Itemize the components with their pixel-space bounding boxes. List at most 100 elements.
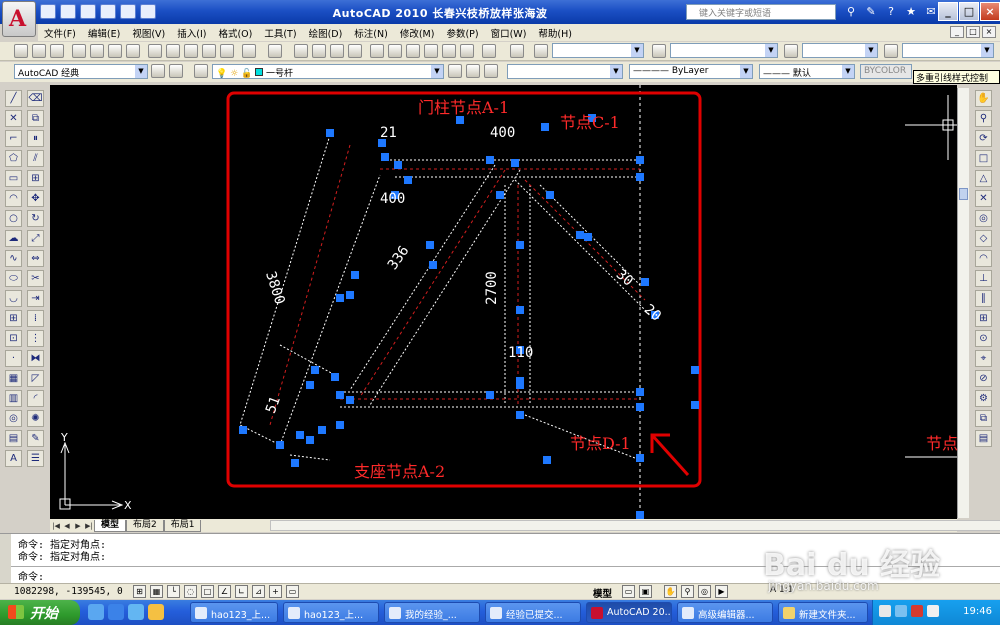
show-desktop-icon[interactable]	[88, 604, 104, 620]
save-toolbar-icon[interactable]	[50, 44, 64, 58]
qp-toggle[interactable]: ▭	[286, 585, 299, 598]
grip-point[interactable]	[641, 278, 649, 286]
grip-point[interactable]	[296, 431, 304, 439]
mleader-style-combo[interactable]: ▼	[902, 43, 994, 58]
layer-side-icon[interactable]: ▤	[975, 430, 992, 447]
favorites-icon[interactable]: ★	[903, 4, 919, 20]
stretch-icon[interactable]: ⇔	[27, 250, 44, 267]
scale-icon[interactable]: ⤢	[27, 230, 44, 247]
quick-view-layouts-icon[interactable]: ▭	[622, 585, 635, 598]
grip-points[interactable]	[239, 114, 699, 519]
browser-icon[interactable]	[128, 604, 144, 620]
menu-window[interactable]: 窗口(W)	[485, 26, 533, 40]
insert-block-icon[interactable]: ⊞	[5, 310, 22, 327]
menu-insert[interactable]: 插入(I)	[171, 26, 212, 40]
menu-parametric[interactable]: 参数(P)	[440, 26, 484, 40]
doc-minimize-button[interactable]: _	[950, 26, 964, 38]
workspace-settings-icon[interactable]	[151, 64, 165, 78]
polygon-icon[interactable]: ⬠	[5, 150, 22, 167]
make-block-icon[interactable]: ⊡	[5, 330, 22, 347]
security-icon[interactable]	[911, 605, 923, 617]
offset-icon[interactable]: ⫽	[27, 150, 44, 167]
start-button[interactable]: 开始	[0, 600, 80, 625]
grip-point[interactable]	[276, 441, 284, 449]
grip-point[interactable]	[336, 421, 344, 429]
grip-point[interactable]	[346, 291, 354, 299]
menu-file[interactable]: 文件(F)	[38, 26, 82, 40]
snap-intersect-icon[interactable]: ✕	[975, 190, 992, 207]
rectangle-icon[interactable]: ▭	[5, 170, 22, 187]
zoom-previous-icon[interactable]	[348, 44, 362, 58]
dim-style-icon[interactable]	[652, 44, 666, 58]
zoom-realtime-icon[interactable]	[312, 44, 326, 58]
spline-icon[interactable]: ∿	[5, 250, 22, 267]
layer-state-icon[interactable]	[484, 64, 498, 78]
table-icon[interactable]: ▤	[5, 430, 22, 447]
tab-first-icon[interactable]: |◀	[51, 521, 61, 531]
layer-properties-icon[interactable]	[194, 64, 208, 78]
snap-parallel-icon[interactable]: ∥	[975, 290, 992, 307]
grip-point[interactable]	[636, 454, 644, 462]
dyn-toggle[interactable]: ⊿	[252, 585, 265, 598]
snap-tangent-icon[interactable]: ◠	[975, 250, 992, 267]
grip-point[interactable]	[636, 173, 644, 181]
ellipse-arc-icon[interactable]: ◡	[5, 290, 22, 307]
open-icon[interactable]	[32, 44, 46, 58]
grip-point[interactable]	[516, 306, 524, 314]
mirror-icon[interactable]: ⏸	[27, 130, 44, 147]
grip-point[interactable]	[306, 381, 314, 389]
layer-previous-icon[interactable]	[466, 64, 480, 78]
network-icon[interactable]	[879, 605, 891, 617]
dim-style-combo[interactable]: ▼	[670, 43, 778, 58]
grip-point[interactable]	[584, 233, 592, 241]
close-button[interactable]: ×	[980, 2, 1000, 21]
zoom-window-icon[interactable]	[330, 44, 344, 58]
snap-midpoint-icon[interactable]: △	[975, 170, 992, 187]
help-icon[interactable]: ?	[883, 4, 899, 20]
ime-icon[interactable]	[895, 605, 907, 617]
text-style-icon[interactable]	[534, 44, 548, 58]
line-icon[interactable]: ╱	[5, 90, 22, 107]
mleader-style-icon[interactable]	[884, 44, 898, 58]
snap-quadrant-icon[interactable]: ◇	[975, 230, 992, 247]
edit-polyline-icon[interactable]: ✎	[27, 430, 44, 447]
snap-center-icon[interactable]: ◎	[975, 210, 992, 227]
drawing-area[interactable]: Y X 门柱节点A-1 节点C-1 节点D-1 支座节点A-2 节点 400 4…	[50, 85, 957, 519]
break-icon[interactable]: ⋮	[27, 330, 44, 347]
tab-next-icon[interactable]: ▶	[73, 521, 83, 531]
match-properties-icon[interactable]	[202, 44, 216, 58]
model-space-label[interactable]: 模型	[593, 586, 612, 600]
menu-help[interactable]: 帮助(H)	[532, 26, 578, 40]
3d-dwf-icon[interactable]	[126, 44, 140, 58]
menu-view[interactable]: 视图(V)	[126, 26, 171, 40]
construction-line-icon[interactable]: ✕	[5, 110, 22, 127]
polar-toggle[interactable]: ◌	[184, 585, 197, 598]
snap-perpendicular-icon[interactable]: ⊥	[975, 270, 992, 287]
menu-edit[interactable]: 编辑(E)	[82, 26, 126, 40]
publish-icon[interactable]	[108, 44, 122, 58]
ie-icon[interactable]	[108, 604, 124, 620]
ortho-toggle[interactable]: └	[167, 585, 180, 598]
polyline-icon[interactable]: ⌐	[5, 130, 22, 147]
grip-point[interactable]	[691, 401, 699, 409]
grid-toggle[interactable]: ▦	[150, 585, 163, 598]
grip-point[interactable]	[331, 373, 339, 381]
grip-point[interactable]	[516, 241, 524, 249]
gradient-icon[interactable]: ▥	[5, 390, 22, 407]
grip-point[interactable]	[326, 129, 334, 137]
grip-point[interactable]	[404, 176, 412, 184]
menu-draw[interactable]: 绘图(D)	[303, 26, 349, 40]
erase-icon[interactable]: ⌫	[27, 90, 44, 107]
tab-prev-icon[interactable]: ◀	[62, 521, 72, 531]
doc-close-button[interactable]: ×	[982, 26, 996, 38]
help-toolbar-icon[interactable]	[510, 44, 524, 58]
grip-point[interactable]	[541, 123, 549, 131]
application-menu-button[interactable]: A	[2, 1, 36, 37]
grip-point[interactable]	[318, 426, 326, 434]
mtext-icon[interactable]: A	[5, 450, 22, 467]
grip-point[interactable]	[636, 388, 644, 396]
cut-icon[interactable]	[148, 44, 162, 58]
tools-icon[interactable]: ✎	[863, 4, 879, 20]
tab-last-icon[interactable]: ▶|	[84, 521, 94, 531]
snap-nearest-icon[interactable]: ⌖	[975, 350, 992, 367]
